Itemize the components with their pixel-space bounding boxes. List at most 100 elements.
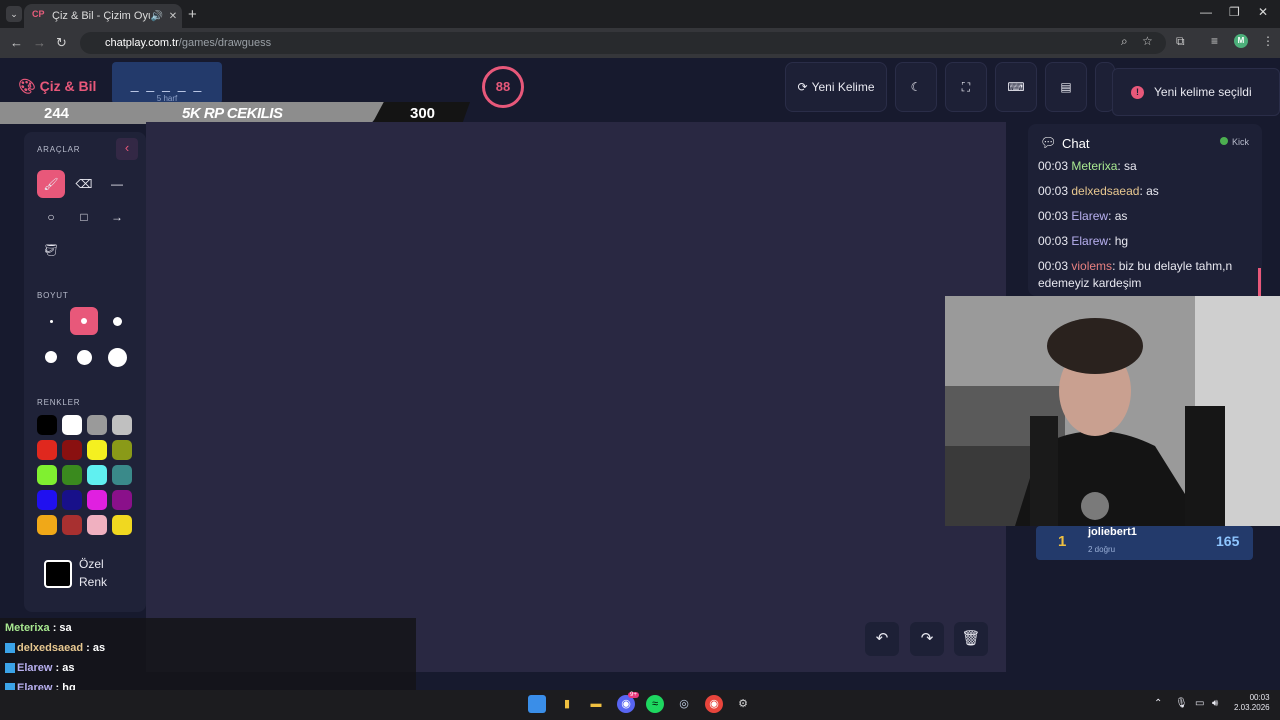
color-swatch[interactable] [112, 490, 132, 510]
chrome-icon[interactable]: ◉ [705, 695, 723, 713]
moon-icon: ☾ [910, 80, 922, 94]
reading-list-icon[interactable]: ≡ [1211, 34, 1218, 48]
size-option-6[interactable] [103, 343, 131, 371]
audio-icon[interactable]: 🔊 [150, 11, 164, 22]
word-blanks: _ _ _ _ _ [130, 76, 204, 92]
color-swatch[interactable] [112, 415, 132, 435]
close-window-button[interactable]: ✕ [1258, 5, 1268, 19]
chat-title: Chat [1062, 136, 1090, 151]
collapse-panel-button[interactable]: ‹ [116, 138, 138, 160]
app-icon[interactable]: ▮ [558, 695, 576, 713]
info-icon: ! [1131, 85, 1144, 99]
app-icon-2[interactable]: ⚙ [734, 695, 752, 713]
windows-start-icon[interactable] [528, 695, 546, 713]
keyboard-button[interactable]: ⌨ [995, 62, 1037, 112]
circle-tool[interactable]: ○ [37, 203, 65, 231]
menu-icon[interactable]: ⋮ [1262, 34, 1274, 48]
microphone-icon[interactable]: 🎙︎ [1175, 698, 1188, 709]
steam-icon[interactable]: ◎ [675, 695, 693, 713]
profile-avatar[interactable]: M [1234, 34, 1248, 48]
color-swatch[interactable] [112, 440, 132, 460]
color-swatch[interactable] [37, 490, 57, 510]
browser-tab[interactable]: CP Çiz & Bil - Çizim Oyunu 🔊 ✕ [24, 4, 182, 28]
zoom-icon[interactable]: ⌕ [1121, 34, 1128, 49]
color-swatch[interactable] [87, 415, 107, 435]
file-explorer-icon[interactable]: ▬ [587, 695, 605, 713]
forward-icon[interactable]: → [33, 35, 46, 50]
extensions-icon[interactable]: ⧉ [1176, 34, 1185, 49]
color-swatch[interactable] [62, 515, 82, 535]
color-swatch[interactable] [37, 415, 57, 435]
online-dot-icon [1220, 137, 1228, 145]
custom-color-swatch[interactable] [44, 560, 72, 588]
color-swatch[interactable] [62, 415, 82, 435]
user-badge-icon [5, 663, 15, 674]
color-swatch[interactable] [62, 465, 82, 485]
color-swatch[interactable] [87, 490, 107, 510]
chat-message-user[interactable]: Elarew [1071, 209, 1108, 223]
volume-icon[interactable]: 🔊︎ [1212, 698, 1218, 709]
new-word-label: Yeni Kelime [811, 80, 875, 94]
tray-overflow-icon[interactable]: ⌃ [1154, 698, 1162, 709]
display-icon[interactable]: ▭ [1195, 698, 1204, 709]
chat-message-user[interactable]: Meterixa [1071, 159, 1117, 173]
archive-button[interactable]: ▤ [1045, 62, 1087, 112]
color-swatch[interactable] [62, 440, 82, 460]
stream-chat-text: : sa [49, 622, 72, 634]
color-swatch[interactable] [87, 465, 107, 485]
chat-message-time: 00:03 [1038, 234, 1069, 248]
address-bar[interactable]: chatplay.com.tr/games/drawguess [80, 32, 1166, 54]
rectangle-tool[interactable]: □ [70, 203, 98, 231]
leaderboard-score: 165 [1216, 533, 1240, 549]
eraser-tool[interactable]: ⌫ [70, 170, 98, 198]
undo-button[interactable]: ↶ [865, 622, 899, 656]
size-option-1[interactable] [37, 307, 65, 335]
drawing-canvas[interactable] [146, 122, 1006, 672]
chat-scrollbar[interactable] [1258, 268, 1261, 296]
redo-button[interactable]: ↷ [910, 622, 944, 656]
close-tab-icon[interactable]: ✕ [166, 11, 180, 22]
size-option-4[interactable] [37, 343, 65, 371]
logo-text: Çiz & Bil [39, 78, 97, 94]
brush-tool[interactable]: 🖌︎ [37, 170, 65, 198]
size-option-5[interactable] [70, 343, 98, 371]
chat-message-user[interactable]: violems [1071, 259, 1112, 273]
color-swatch[interactable] [87, 440, 107, 460]
new-word-button[interactable]: ⟳ Yeni Kelime [785, 62, 887, 112]
chat-message-user[interactable]: Elarew [1071, 234, 1108, 248]
leaderboard-correct-count: 2 doğru [1088, 545, 1116, 554]
color-swatch[interactable] [37, 440, 57, 460]
size-option-2[interactable] [70, 307, 98, 335]
size-option-3[interactable] [103, 307, 131, 335]
chat-message: 00:03 delxedsaead: as [1038, 183, 1238, 200]
chat-message-text: : as [1108, 209, 1128, 223]
fill-tool[interactable]: 🪣︎ [37, 236, 65, 264]
tab-search-button[interactable]: ⌄ [6, 6, 22, 22]
color-swatch[interactable] [37, 515, 57, 535]
color-swatch[interactable] [37, 465, 57, 485]
chat-message-text: : as [1139, 184, 1159, 198]
minimize-button[interactable]: — [1200, 5, 1212, 19]
system-clock[interactable]: 00:03 2.03.2026 [1234, 693, 1270, 713]
bookmark-star-icon[interactable]: ☆ [1142, 34, 1153, 48]
back-icon[interactable]: ← [10, 35, 23, 50]
color-swatch[interactable] [112, 515, 132, 535]
colors-section-title: RENKLER [37, 398, 81, 407]
arrow-tool[interactable]: → [103, 203, 131, 231]
stream-chat-text: : as [52, 662, 75, 674]
color-swatch[interactable] [62, 490, 82, 510]
maximize-button[interactable]: ❐ [1229, 5, 1240, 19]
clear-canvas-button[interactable]: 🗑︎ [954, 622, 988, 656]
color-swatch[interactable] [87, 515, 107, 535]
reload-icon[interactable]: ↻ [56, 35, 67, 51]
app-logo[interactable]: 🎨︎ Çiz & Bil [18, 78, 96, 95]
color-swatch[interactable] [112, 465, 132, 485]
fullscreen-button[interactable]: ⛶ [945, 62, 987, 112]
dark-mode-button[interactable]: ☾ [895, 62, 937, 112]
clock-date: 2.03.2026 [1234, 703, 1270, 712]
chat-message-user[interactable]: delxedsaead [1071, 184, 1139, 198]
line-tool[interactable]: — [103, 170, 131, 198]
leaderboard-rank: 1 [1058, 533, 1067, 550]
spotify-icon[interactable]: ≈ [646, 695, 664, 713]
new-tab-button[interactable]: + [188, 6, 197, 23]
